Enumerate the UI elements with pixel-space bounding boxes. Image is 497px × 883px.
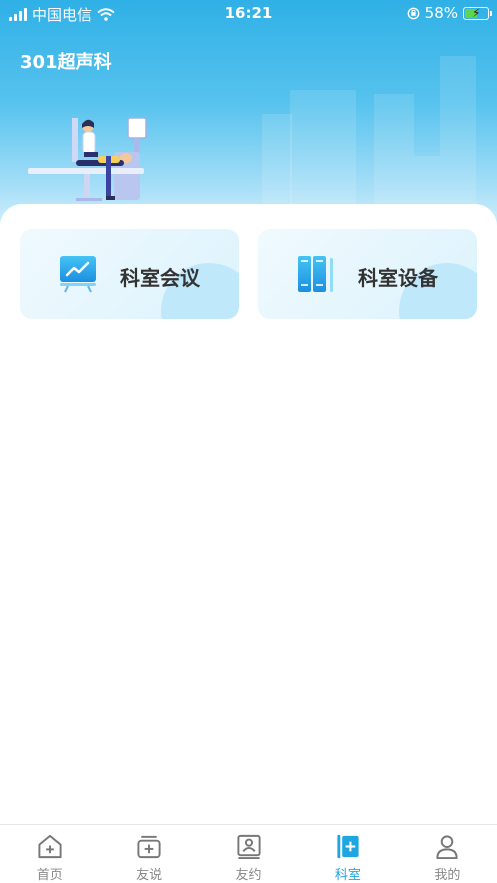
tab-friends-talk[interactable]: 友说 [99,825,198,883]
screen: 中国电信 16:21 58% ⚡ 301超声科 科室会议 科室设备 首页 友说 … [0,0,497,883]
card-label: 科室会议 [120,266,200,290]
tab-label: 首页 [36,868,63,883]
page-title: 301超声科 [20,52,112,73]
tab-home[interactable]: 首页 [0,825,99,883]
tab-label: 科室 [334,868,361,883]
tab-label: 友说 [136,868,163,883]
orientation-lock-icon [407,7,420,19]
ultrasound-illustration [28,117,147,201]
tab-appointments[interactable]: 友约 [199,825,298,883]
card-label: 科室设备 [358,266,438,290]
tab-label: 友约 [235,868,262,883]
tab-department[interactable]: 科室 [298,825,397,883]
battery-percent: 58% [424,4,458,22]
contact-card-icon [236,834,261,860]
bottom-tab-bar: 首页 友说 友约 科室 我的 [0,824,497,883]
battery-icon: ⚡ [463,6,492,20]
equipment-books-icon [298,256,333,292]
user-icon [436,835,458,860]
department-icon [337,834,359,859]
chat-box-icon [137,835,161,859]
status-bar: 中国电信 16:21 58% ⚡ [0,0,497,28]
department-meeting-card[interactable]: 科室会议 [20,229,239,319]
home-plus-icon [38,834,62,859]
department-equipment-card[interactable]: 科室设备 [258,229,477,319]
header-banner [0,0,497,232]
tab-label: 我的 [434,868,461,883]
presentation-chart-icon [60,256,96,293]
tab-profile[interactable]: 我的 [398,825,497,883]
